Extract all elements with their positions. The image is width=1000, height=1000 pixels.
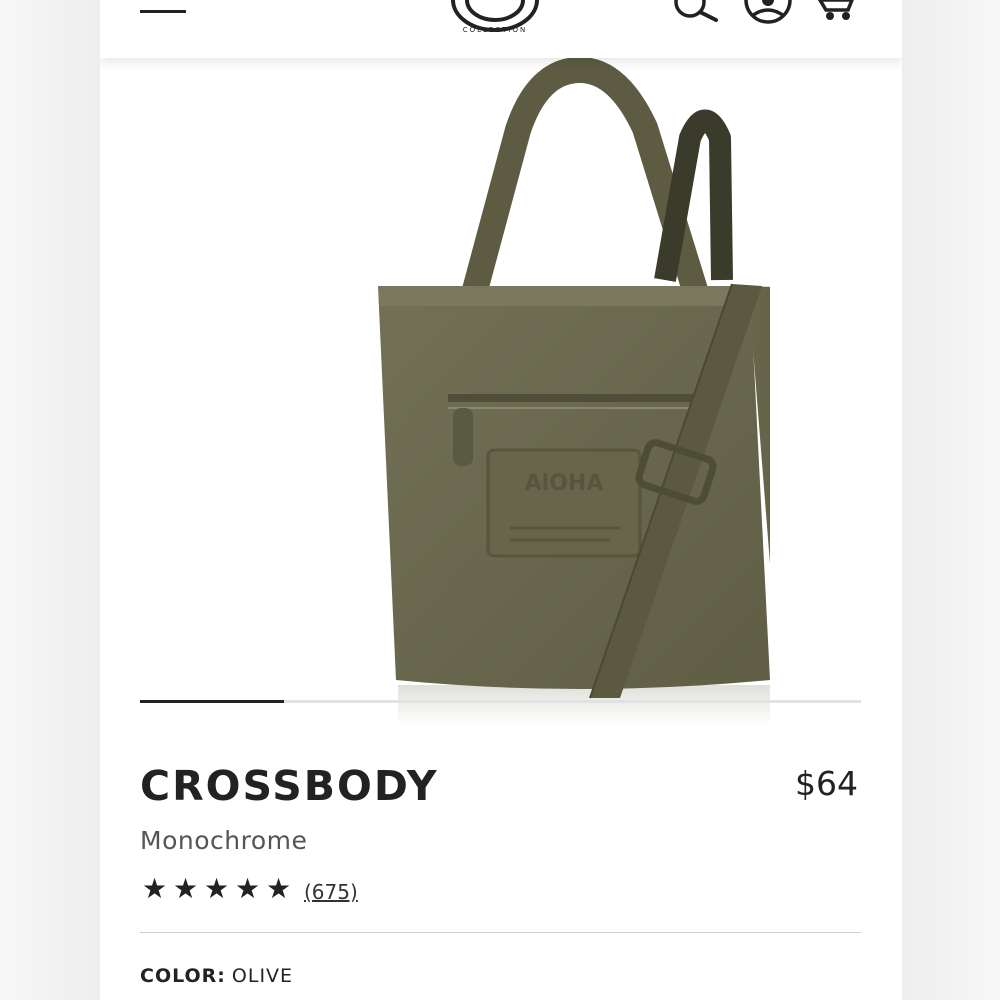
star-icon: ★ [203,872,230,905]
product-gallery[interactable]: AlOHA [100,58,902,725]
cart-icon[interactable] [818,0,860,22]
logo-text: COLLECTION [462,26,528,34]
phone-screen: COLLECTION AlOHA CROSSBODY $64 Monochrom… [100,0,902,1000]
backdrop-right [900,0,1000,1000]
account-icon[interactable] [740,0,796,24]
logo[interactable] [445,0,545,40]
site-header: COLLECTION [100,0,902,58]
color-value: OLIVE [231,965,294,987]
product-subtitle: Monochrome [140,826,308,855]
gallery-progress-fill [140,700,285,703]
divider [140,932,861,933]
menu-icon[interactable] [140,0,188,24]
product-price: $64 [795,764,858,803]
star-icon: ★ [265,872,292,905]
search-icon[interactable] [672,0,722,22]
star-icon: ★ [234,872,261,905]
product-title: CROSSBODY [140,762,439,810]
star-icon: ★ [141,872,168,905]
svg-text:AlOHA: AlOHA [525,471,604,496]
olive-tote-bag-image: AlOHA [378,58,770,725]
backdrop-left [0,0,100,1000]
review-count-link[interactable]: (675) [304,880,358,904]
rating-stars[interactable]: ★ ★ ★ ★ ★ [140,874,293,904]
color-selector-label: COLOR: OLIVE [140,965,293,987]
gallery-progress-bar [140,700,861,703]
star-icon: ★ [172,872,199,905]
color-label: COLOR: [140,965,226,987]
